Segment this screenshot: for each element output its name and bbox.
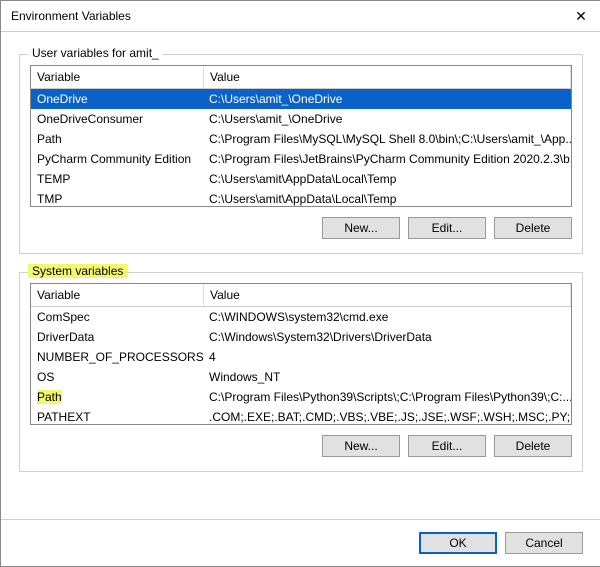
- cell-value: C:\Program Files\Python39\Scripts\;C:\Pr…: [203, 387, 571, 407]
- table-row[interactable]: PathC:\Program Files\Python39\Scripts\;C…: [31, 387, 571, 407]
- cell-variable: TMP: [31, 189, 203, 207]
- table-row[interactable]: PATHEXT.COM;.EXE;.BAT;.CMD;.VBS;.VBE;.JS…: [31, 407, 571, 425]
- cell-value: Windows_NT: [203, 367, 571, 387]
- table-row[interactable]: ComSpecC:\WINDOWS\system32\cmd.exe: [31, 307, 571, 327]
- cell-value: C:\Program Files\JetBrains\PyCharm Commu…: [203, 149, 571, 169]
- system-variables-list[interactable]: Variable Value ComSpecC:\WINDOWS\system3…: [30, 283, 572, 425]
- list-header[interactable]: Variable Value: [31, 284, 571, 307]
- table-row[interactable]: PyCharm Community EditionC:\Program File…: [31, 149, 571, 169]
- cell-variable: OS: [31, 367, 203, 387]
- cell-value: C:\Windows\System32\Drivers\DriverData: [203, 327, 571, 347]
- cell-value: C:\Users\amit\AppData\Local\Temp: [203, 169, 571, 189]
- cell-variable: TEMP: [31, 169, 203, 189]
- cell-value: C:\WINDOWS\system32\cmd.exe: [203, 307, 571, 327]
- dialog-footer: OK Cancel: [1, 519, 600, 566]
- col-variable[interactable]: Variable: [31, 284, 204, 306]
- cell-variable: OneDrive: [31, 89, 203, 109]
- table-row[interactable]: TMPC:\Users\amit\AppData\Local\Temp: [31, 189, 571, 207]
- table-row[interactable]: NUMBER_OF_PROCESSORS4: [31, 347, 571, 367]
- user-variables-list[interactable]: Variable Value OneDriveC:\Users\amit_\On…: [30, 65, 572, 207]
- cell-value: C:\Users\amit_\OneDrive: [203, 109, 571, 129]
- col-variable[interactable]: Variable: [31, 66, 204, 88]
- close-icon[interactable]: ✕: [561, 8, 600, 25]
- cell-value: 4: [203, 347, 571, 367]
- cell-value: C:\Users\amit_\OneDrive: [203, 89, 571, 109]
- cell-variable: DriverData: [31, 327, 203, 347]
- user-delete-button[interactable]: Delete: [494, 217, 572, 239]
- ok-button[interactable]: OK: [419, 532, 497, 554]
- table-row[interactable]: TEMPC:\Users\amit\AppData\Local\Temp: [31, 169, 571, 189]
- cell-value: .COM;.EXE;.BAT;.CMD;.VBS;.VBE;.JS;.JSE;.…: [203, 407, 571, 425]
- cancel-button[interactable]: Cancel: [505, 532, 583, 554]
- cell-variable: ComSpec: [31, 307, 203, 327]
- user-new-button[interactable]: New...: [322, 217, 400, 239]
- env-vars-dialog: Environment Variables ✕ User variables f…: [0, 0, 600, 567]
- window-title: Environment Variables: [11, 9, 561, 23]
- cell-variable: NUMBER_OF_PROCESSORS: [31, 347, 203, 367]
- col-value[interactable]: Value: [204, 284, 571, 306]
- table-row[interactable]: PathC:\Program Files\MySQL\MySQL Shell 8…: [31, 129, 571, 149]
- titlebar: Environment Variables ✕: [1, 1, 600, 32]
- cell-variable: OneDriveConsumer: [31, 109, 203, 129]
- cell-variable: PATHEXT: [31, 407, 203, 425]
- table-row[interactable]: OneDriveConsumerC:\Users\amit_\OneDrive: [31, 109, 571, 129]
- system-variables-legend: System variables: [28, 264, 127, 278]
- system-edit-button[interactable]: Edit...: [408, 435, 486, 457]
- table-row[interactable]: OSWindows_NT: [31, 367, 571, 387]
- cell-variable: PyCharm Community Edition: [31, 149, 203, 169]
- system-new-button[interactable]: New...: [322, 435, 400, 457]
- col-value[interactable]: Value: [204, 66, 571, 88]
- system-delete-button[interactable]: Delete: [494, 435, 572, 457]
- system-variables-group: System variables Variable Value ComSpecC…: [19, 272, 583, 472]
- cell-value: C:\Users\amit\AppData\Local\Temp: [203, 189, 571, 207]
- user-variables-legend: User variables for amit_: [28, 46, 163, 60]
- table-row[interactable]: OneDriveC:\Users\amit_\OneDrive: [31, 89, 571, 109]
- user-edit-button[interactable]: Edit...: [408, 217, 486, 239]
- list-header[interactable]: Variable Value: [31, 66, 571, 89]
- table-row[interactable]: DriverDataC:\Windows\System32\Drivers\Dr…: [31, 327, 571, 347]
- cell-variable: Path: [31, 129, 203, 149]
- cell-value: C:\Program Files\MySQL\MySQL Shell 8.0\b…: [203, 129, 571, 149]
- cell-variable: Path: [31, 387, 203, 407]
- user-variables-group: User variables for amit_ Variable Value …: [19, 54, 583, 254]
